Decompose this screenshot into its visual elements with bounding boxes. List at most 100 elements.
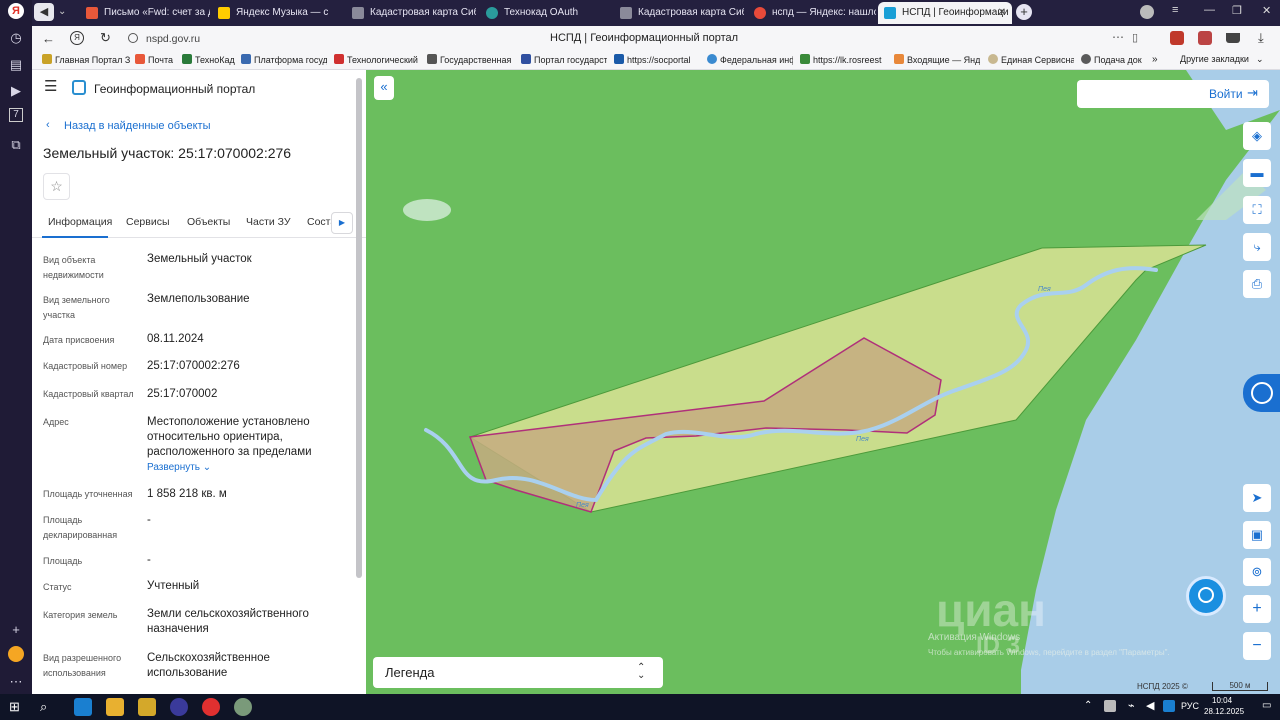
tab-yandex-search[interactable]: нспд — Яндекс: нашлось	[748, 2, 876, 24]
notifications-icon[interactable]: ▭	[1262, 700, 1271, 711]
app-taskbar-icon[interactable]	[234, 698, 252, 716]
network-icon[interactable]: ⌁	[1128, 699, 1135, 712]
close-window-icon[interactable]: ✕	[1262, 4, 1271, 17]
bookmark-favicon-icon	[334, 54, 344, 64]
extension-icon-3[interactable]	[1226, 33, 1240, 43]
bookmark-item[interactable]: Платформа госуд	[241, 54, 327, 65]
ie-icon[interactable]	[74, 698, 92, 716]
tab-nspd[interactable]: НСПД | Геоинформаци ✕	[878, 2, 1012, 24]
restore-icon[interactable]: ❐	[1232, 4, 1242, 17]
bookmark-item[interactable]: Портал государст	[521, 54, 607, 65]
more-bookmarks-icon[interactable]: »	[1152, 54, 1158, 65]
bookmark-item[interactable]: https://socportal	[614, 54, 700, 65]
layers-icon[interactable]: ◈	[1243, 122, 1271, 150]
sound-icon[interactable]: ◀	[34, 3, 54, 21]
downloads-icon[interactable]: ⤓	[1258, 30, 1264, 46]
tab-list-chevron-icon[interactable]: ⌄	[58, 3, 72, 21]
more-icon[interactable]: ⋯	[6, 672, 26, 692]
tab-information[interactable]: Информация	[48, 216, 112, 228]
tab-cadastre-2[interactable]: Кадастровая карта Сиби	[614, 2, 744, 24]
tab-cadastre-1[interactable]: Кадастровая карта Сиби	[346, 2, 476, 24]
menu-icon[interactable]: ≡	[1172, 4, 1178, 16]
clock-date[interactable]: 28.12.2025	[1204, 707, 1244, 716]
explorer-icon[interactable]	[106, 698, 124, 716]
bookmark-item[interactable]: Федеральная инф	[707, 54, 793, 65]
search-icon[interactable]: ⌕	[40, 699, 47, 715]
share-icon[interactable]: ⤷	[1243, 233, 1271, 261]
back-chevron-icon[interactable]: ‹	[46, 119, 50, 131]
site-info-icon[interactable]	[128, 33, 138, 43]
bookmark-item[interactable]: Единая Сервисна	[988, 54, 1074, 65]
bookmark-item[interactable]: Подача док	[1081, 54, 1151, 65]
minimap-icon[interactable]: ▣	[1243, 521, 1271, 549]
hamburger-menu-icon[interactable]: ☰	[44, 79, 57, 94]
tray-app-icon[interactable]	[1104, 700, 1116, 712]
favorite-star-icon[interactable]: ☆	[43, 173, 70, 200]
bookmark-item[interactable]: https://lk.rosreest	[800, 54, 886, 65]
yandex-logo-icon[interactable]: Я	[8, 3, 24, 19]
extension-icon-2[interactable]	[1198, 31, 1212, 45]
panel-scrollbar[interactable]	[356, 78, 362, 578]
reload-icon[interactable]: ↻	[100, 30, 111, 46]
extension-icon-1[interactable]	[1170, 31, 1184, 45]
bookmark-item[interactable]: Государственная	[427, 54, 513, 65]
bookmark-item[interactable]: Технологический	[334, 54, 420, 65]
new-tab-icon[interactable]: +	[1016, 4, 1032, 20]
url-text[interactable]: nspd.gov.ru	[146, 33, 200, 45]
other-bookmarks-chevron-icon[interactable]: ⌄	[1256, 54, 1264, 65]
bookmark-item[interactable]: Входящие — Янд	[894, 54, 980, 65]
tab-services[interactable]: Сервисы	[126, 216, 170, 228]
other-bookmarks[interactable]: Другие закладки	[1180, 54, 1249, 64]
minimize-icon[interactable]: —	[1204, 4, 1215, 16]
yandex-browser-taskbar-icon[interactable]	[202, 698, 220, 716]
tab-technokad[interactable]: Технокад OAuth	[480, 2, 610, 24]
yandex-taskbar-icon[interactable]	[170, 698, 188, 716]
tabs-scroll-right-icon[interactable]: ▶	[331, 212, 353, 234]
profile-icon[interactable]	[1140, 5, 1154, 19]
tab-mail[interactable]: Письмо «Fwd: счет за де	[80, 2, 210, 24]
bookmark-item[interactable]: Почта	[135, 54, 183, 65]
support-chat-button[interactable]	[1186, 576, 1226, 616]
back-icon[interactable]: ←	[42, 31, 55, 46]
geolocation-icon[interactable]: ➤	[1243, 484, 1271, 512]
zoom-in-icon[interactable]: +	[1243, 595, 1271, 623]
close-tab-icon[interactable]: ✕	[998, 2, 1006, 24]
legend-dropdown[interactable]: Легенда ⌃ ⌄	[373, 657, 663, 688]
chat-bot-tab[interactable]	[1243, 374, 1280, 412]
apps-icon[interactable]: ⧉	[6, 135, 26, 155]
tab-parts[interactable]: Части ЗУ	[246, 216, 291, 228]
tray-chevron-icon[interactable]: ⌃	[1084, 700, 1092, 711]
media-icon[interactable]: ▶	[6, 81, 26, 101]
history-icon[interactable]: ◷	[6, 28, 26, 48]
add-icon[interactable]: +	[6, 620, 26, 640]
back-to-results-link[interactable]: Назад в найденные объекты	[64, 120, 211, 132]
volume-icon[interactable]: ◀	[1146, 699, 1154, 712]
tab-favicon-icon	[352, 7, 364, 19]
ruler-icon[interactable]: ▬	[1243, 159, 1271, 187]
clock-time[interactable]: 10:04	[1212, 696, 1232, 705]
zoom-out-icon[interactable]: −	[1243, 632, 1271, 660]
collections-icon[interactable]: ▤	[6, 55, 26, 75]
bookmark-icon[interactable]: ▯	[1132, 31, 1138, 44]
language-indicator[interactable]: РУС	[1181, 701, 1199, 711]
tray-lang-app-icon[interactable]	[1163, 700, 1175, 712]
login-icon[interactable]: ⇥	[1247, 85, 1258, 101]
bookmark-item[interactable]: ТехноКад	[182, 54, 237, 65]
collapse-panel-icon[interactable]: «	[374, 76, 394, 100]
seven-icon[interactable]: 7	[9, 108, 23, 122]
expand-link[interactable]: Развернуть ⌄	[147, 462, 211, 473]
login-button[interactable]: Войти	[1209, 87, 1243, 101]
bookmark-label: Почта	[148, 55, 173, 65]
map-canvas[interactable]: Пея Пея Пея « Войти ⇥ ◈ ▬ ⛶ ⤷ ⎙ ➤ ▣ ⊚ + …	[366, 70, 1280, 694]
tab-objects[interactable]: Объекты	[187, 216, 230, 228]
tab-music[interactable]: Яндекс Музыка — с	[212, 2, 342, 24]
files-icon[interactable]	[138, 698, 156, 716]
start-icon[interactable]: ⊞	[9, 700, 23, 714]
mail-icon[interactable]	[8, 646, 24, 662]
more-dots-icon[interactable]: ⋯	[1112, 30, 1124, 44]
print-icon[interactable]: ⎙	[1243, 270, 1271, 298]
location-pin-icon[interactable]: ⊚	[1243, 558, 1271, 586]
bookmark-item[interactable]: Главная Портал З	[42, 54, 130, 65]
select-area-icon[interactable]: ⛶	[1243, 196, 1271, 224]
yandex-icon[interactable]: Я	[70, 31, 84, 45]
